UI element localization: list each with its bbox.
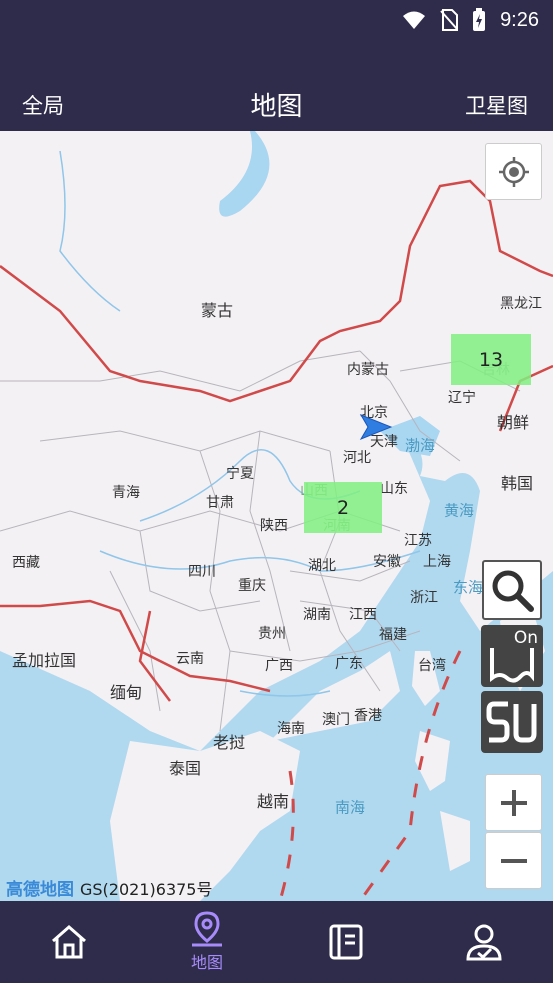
province-label: 广东: [335, 656, 363, 672]
province-label: 广西: [265, 658, 293, 674]
tab-label: 地图: [190, 953, 223, 972]
province-label: 上海: [423, 554, 451, 570]
province-label: 云南: [176, 651, 204, 667]
street-view-button[interactable]: [481, 691, 543, 753]
tab-profile[interactable]: [415, 901, 553, 983]
province-label: 贵州: [258, 626, 286, 642]
user-icon: [466, 924, 502, 961]
street-view-icon: [486, 701, 537, 743]
sea-label: 渤海: [404, 436, 436, 455]
province-label: 河北: [343, 450, 371, 466]
traffic-toggle-button[interactable]: On: [481, 625, 543, 687]
locate-button[interactable]: [485, 143, 542, 200]
province-label: 辽宁: [448, 390, 476, 406]
province-label: 青海: [112, 485, 140, 501]
status-time: 9:26: [500, 8, 539, 31]
province-label: 江西: [349, 607, 377, 623]
country-label: 老挝: [212, 733, 246, 752]
country-label: 朝鲜: [496, 413, 530, 432]
province-label: 山东: [380, 481, 408, 497]
satellite-button[interactable]: 卫星图: [465, 90, 528, 120]
zoom-out-button[interactable]: [485, 832, 542, 889]
province-label: 江苏: [404, 533, 432, 549]
plus-icon: [500, 789, 527, 816]
province-label: 安徽: [373, 554, 401, 570]
amap-logo: 高德地图: [6, 880, 74, 900]
province-label: 台湾: [418, 658, 446, 674]
zoom-in-button[interactable]: [485, 774, 542, 831]
province-label: 宁夏: [226, 466, 254, 482]
tab-map[interactable]: 地图: [138, 901, 276, 983]
tab-list[interactable]: [277, 901, 415, 983]
app-header: 全局 地图 卫星图: [0, 40, 553, 131]
search-icon: [492, 570, 534, 612]
toggle-state: On: [513, 628, 538, 648]
country-label: 泰国: [168, 759, 202, 778]
province-label: 四川: [188, 564, 216, 580]
province-label: 湖北: [308, 558, 336, 574]
wifi-icon: [403, 11, 426, 29]
map-view[interactable]: 蒙古 朝鲜 韩国 孟加拉国 缅甸 老挝 泰国 越南 黑龙江 吉林 辽宁 内蒙古 …: [0, 131, 553, 901]
sea-label: 黄海: [443, 501, 475, 520]
province-label: 陕西: [260, 518, 288, 534]
country-label: 越南: [256, 792, 290, 811]
minus-icon: [500, 858, 527, 863]
cluster-count: 13: [478, 348, 504, 371]
province-label: 内蒙古: [347, 362, 389, 378]
sea-label: 东海: [452, 578, 484, 597]
tab-home[interactable]: [0, 901, 138, 983]
map-pin-icon: [192, 911, 222, 947]
map-attribution: 高德地图 GS(2021)6375号: [6, 875, 213, 901]
province-label: 西藏: [12, 555, 40, 571]
country-label: 蒙古: [200, 301, 234, 320]
no-sim-icon: [440, 9, 459, 31]
cluster-marker[interactable]: 13: [451, 334, 531, 385]
battery-charging-icon: [473, 8, 486, 31]
country-label: 孟加拉国: [11, 651, 77, 670]
locate-icon: [498, 156, 529, 187]
country-label: 缅甸: [109, 683, 143, 702]
province-label: 澳门: [322, 712, 350, 728]
current-location-arrow-icon: [359, 413, 393, 441]
sea-label: 南海: [334, 798, 366, 817]
country-label: 韩国: [500, 474, 534, 493]
bottom-tab-bar: 地图: [0, 901, 553, 983]
province-label: 浙江: [410, 590, 438, 606]
status-bar: 9:26: [0, 0, 553, 40]
document-icon: [329, 924, 363, 960]
province-label: 福建: [379, 627, 407, 643]
map-search-button[interactable]: [482, 560, 542, 620]
province-label: 甘肃: [206, 495, 234, 511]
map-license: GS(2021)6375号: [80, 879, 213, 899]
province-label: 香港: [354, 708, 382, 724]
province-label: 黑龙江: [500, 296, 542, 312]
province-label: 重庆: [238, 578, 266, 594]
province-label: 湖南: [303, 607, 331, 623]
home-icon: [52, 925, 86, 959]
cluster-marker[interactable]: 2: [304, 482, 382, 533]
cluster-count: 2: [336, 496, 350, 519]
province-label: 海南: [277, 721, 305, 737]
